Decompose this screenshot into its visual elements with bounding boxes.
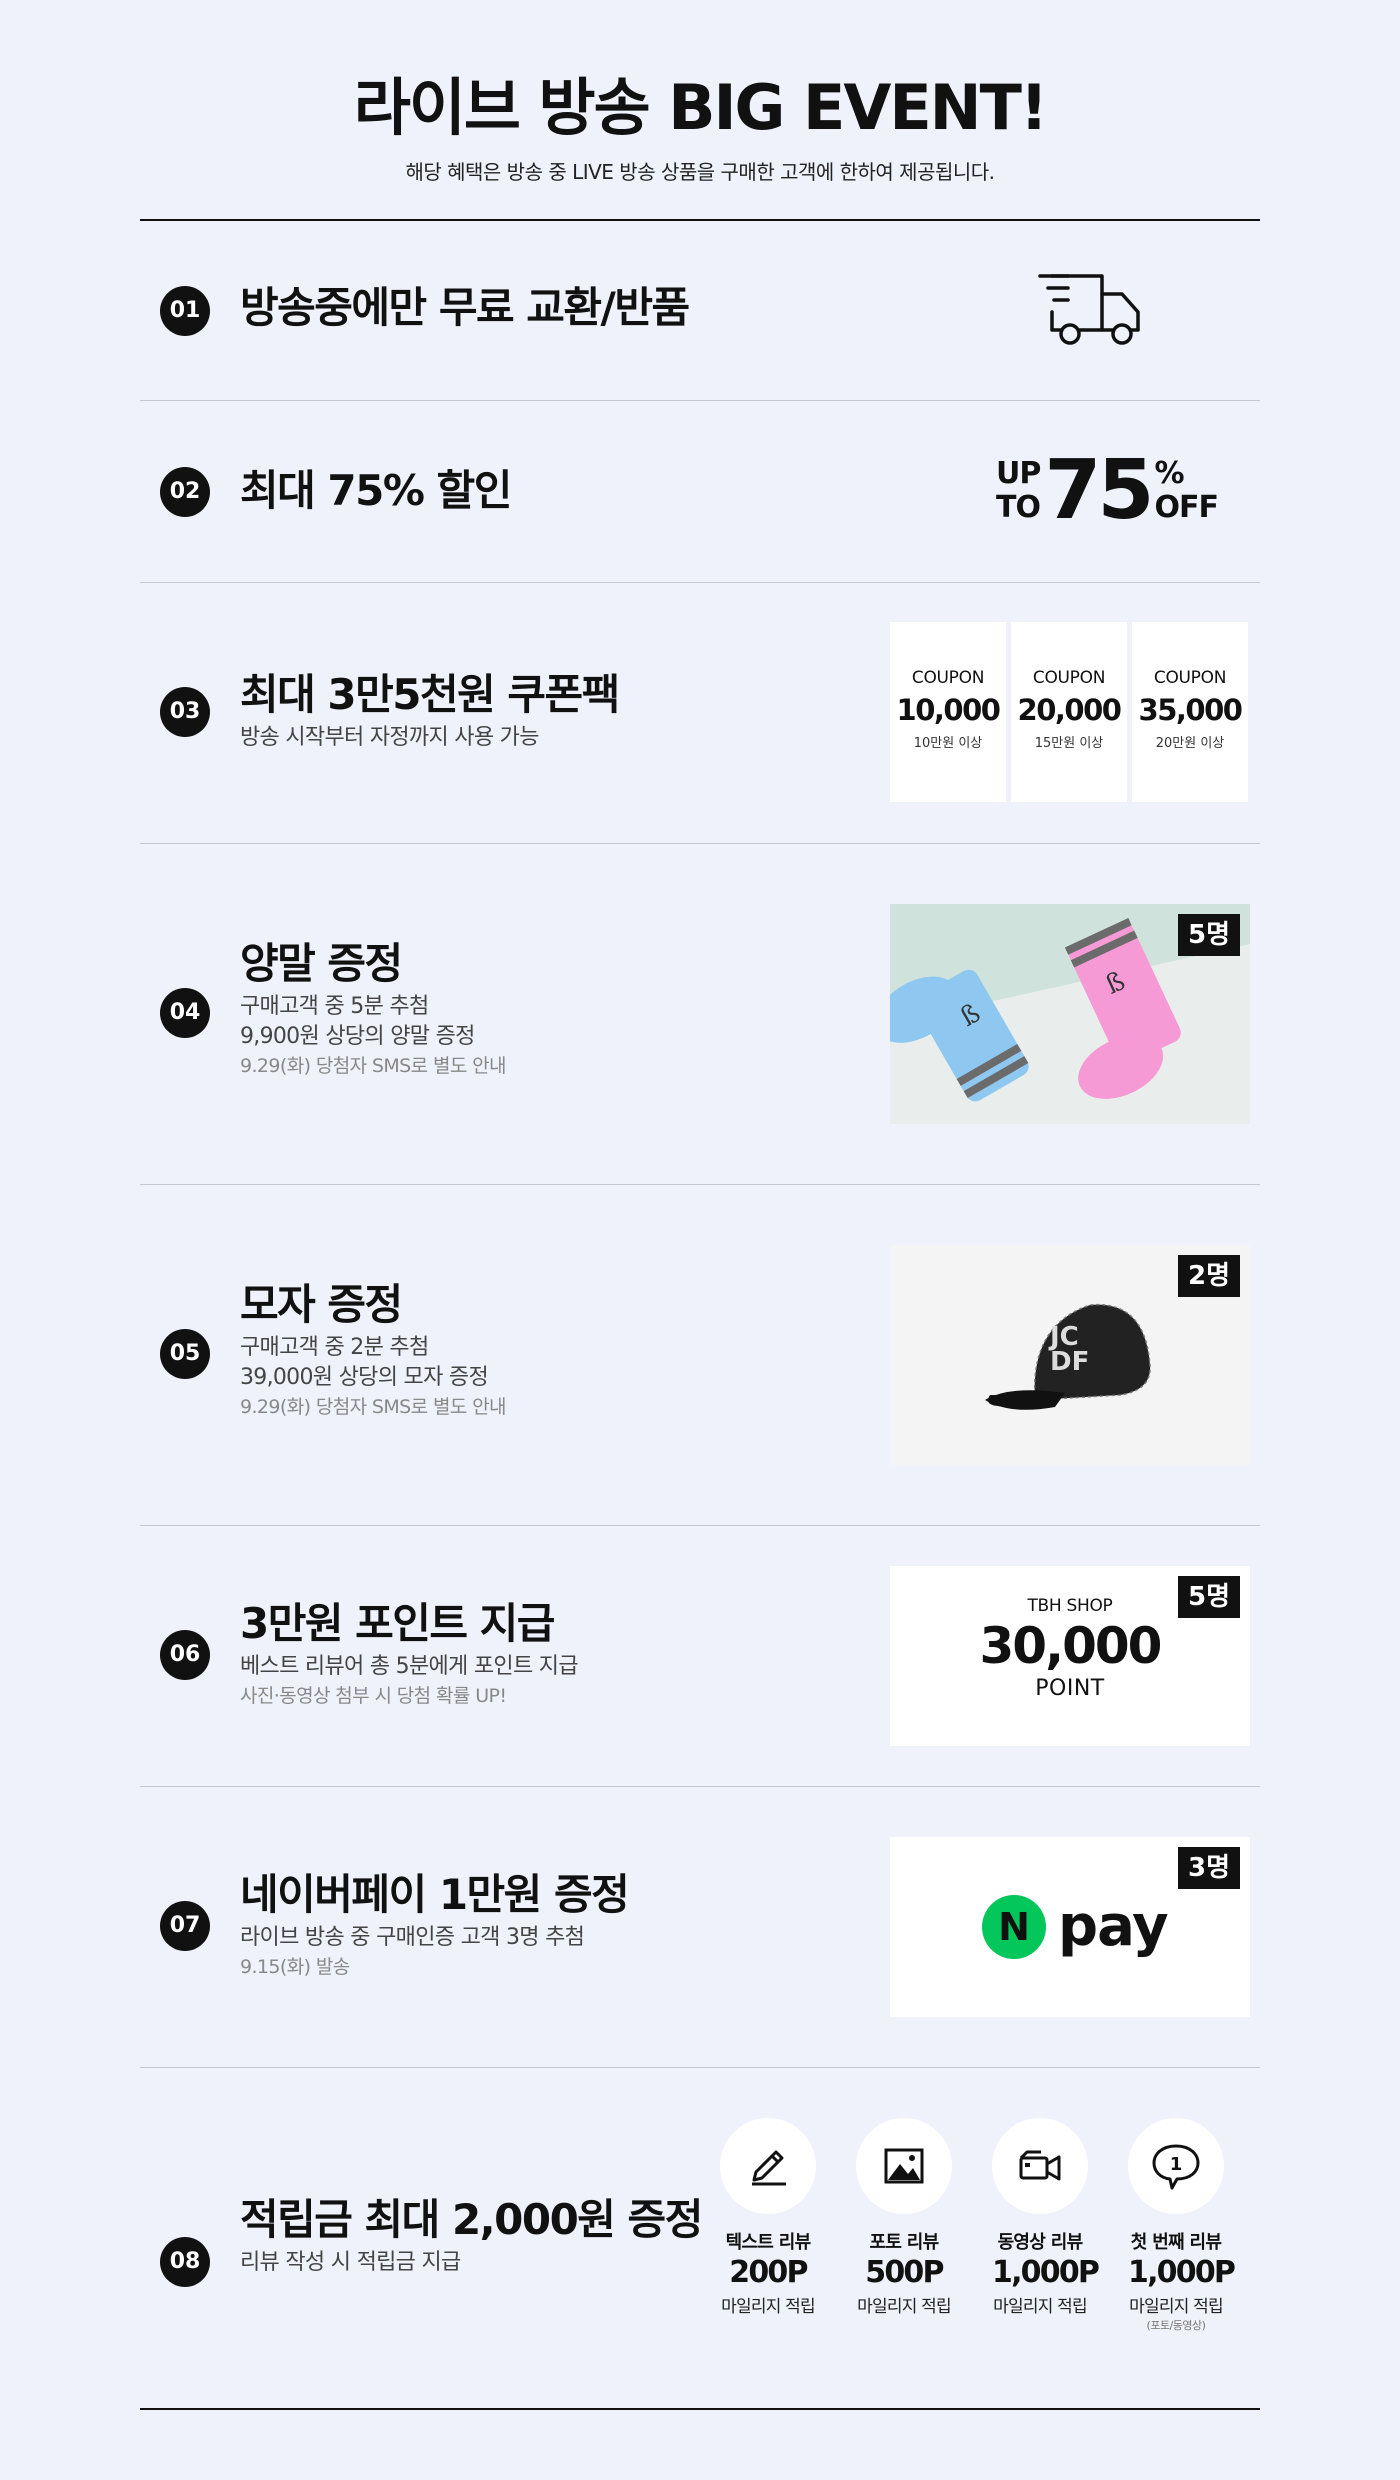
discount-to-label: TO (996, 490, 1041, 525)
event-row-01: 01 방송중에만 무료 교환/반품 (140, 220, 1260, 400)
cap-image: JC DF 2명 (890, 1245, 1250, 1465)
review-sub: 마일리지 적립 (721, 2297, 815, 2317)
event-row-08: 08 적립금 최대 2,000원 증정 리뷰 작성 시 적립금 지급 텍스트 리… (140, 2068, 1260, 2408)
coupon-condition: 10만원 이상 (913, 736, 983, 751)
point-unit: POINT (1035, 1676, 1105, 1701)
event-note: 사진·동영상 첨부 시 당첨 확률 UP! (240, 1685, 507, 1707)
event-number: 05 (160, 1329, 210, 1379)
event-title: 최대 75% 할인 (240, 466, 512, 515)
svg-text:DF: DF (1050, 1347, 1089, 1377)
event-description: 방송 시작부터 자정까지 사용 가능 (240, 725, 539, 750)
event-description: 9,900원 상당의 양말 증정 (240, 1024, 475, 1049)
event-note: 9.29(화) 당첨자 SMS로 별도 안내 (240, 1396, 507, 1418)
event-row-06: 06 3만원 포인트 지급 베스트 리뷰어 총 5분에게 포인트 지급 사진·동… (140, 1526, 1260, 1786)
discount-value: 75 (1044, 443, 1154, 538)
review-points: 500P (865, 2255, 944, 2290)
review-rewards: 텍스트 리뷰 200P 마일리지 적립 포토 리뷰 500P 마일리지 적립 동… (720, 2118, 1236, 2333)
event-row-02: 02 최대 75% 할인 UP TO 75 % OFF (140, 401, 1260, 581)
event-number: 04 (160, 988, 210, 1038)
event-number: 03 (160, 687, 210, 737)
winner-count-badge: 5명 (1177, 1576, 1240, 1618)
naver-pay-logo: N pay (982, 1894, 1169, 1959)
pencil-icon (720, 2118, 816, 2214)
winner-count-badge: 5명 (1177, 914, 1240, 956)
speech-bubble-icon: 1 (1128, 2118, 1224, 2214)
point-value: 30,000 (979, 1617, 1163, 1675)
discount-off-label: OFF (1154, 490, 1218, 525)
image-icon (856, 2118, 952, 2214)
video-camera-icon (992, 2118, 1088, 2214)
review-reward-text: 텍스트 리뷰 200P 마일리지 적립 (720, 2118, 816, 2333)
naver-n-icon: N (982, 1895, 1046, 1959)
review-type-label: 첫 번째 리뷰 (1130, 2232, 1222, 2253)
winner-count-badge: 3명 (1177, 1847, 1240, 1889)
bubble-number: 1 (1170, 2154, 1183, 2175)
page-subtitle: 해당 혜택은 방송 중 LIVE 방송 상품을 구매한 고객에 한하여 제공됩니… (405, 160, 995, 184)
coupon-card: COUPON 20,000 15만원 이상 (1011, 622, 1127, 802)
delivery-truck-icon (1038, 268, 1148, 354)
event-number: 08 (160, 2237, 210, 2287)
discount-badge: UP TO 75 % OFF (996, 401, 1219, 581)
coupon-label: COUPON (1153, 668, 1227, 688)
coupon-amount: 35,000 (1138, 693, 1243, 727)
discount-up-label: UP (996, 456, 1041, 491)
review-sub: 마일리지 적립 (993, 2297, 1087, 2317)
event-note: 9.15(화) 발송 (240, 1956, 350, 1978)
review-points: 1,000P (1128, 2255, 1236, 2290)
discount-percent-sign: % (1154, 456, 1184, 491)
bottom-divider (140, 2408, 1260, 2410)
event-description: 베스트 리뷰어 총 5분에게 포인트 지급 (240, 1654, 579, 1679)
event-description: 39,000원 상당의 모자 증정 (240, 1365, 489, 1390)
coupon-label: COUPON (911, 668, 985, 688)
event-number: 06 (160, 1630, 210, 1680)
review-reward-video: 동영상 리뷰 1,000P 마일리지 적립 (992, 2118, 1100, 2333)
coupon-card: COUPON 10,000 10만원 이상 (890, 622, 1006, 802)
socks-image: ß ß 5명 (890, 904, 1250, 1124)
event-title: 모자 증정 (240, 1280, 403, 1329)
event-title: 3만원 포인트 지급 (240, 1599, 555, 1648)
event-description: 구매고객 중 5분 추첨 (240, 994, 429, 1019)
event-title: 최대 3만5천원 쿠폰팩 (240, 670, 620, 719)
event-row-03: 03 최대 3만5천원 쿠폰팩 방송 시작부터 자정까지 사용 가능 COUPO… (140, 583, 1260, 843)
event-number: 07 (160, 1901, 210, 1951)
review-type-label: 텍스트 리뷰 (725, 2232, 812, 2253)
review-points: 200P (729, 2255, 808, 2290)
review-sub: 마일리지 적립 (1129, 2297, 1223, 2317)
review-points: 1,000P (992, 2255, 1100, 2290)
coupon-label: COUPON (1032, 668, 1106, 688)
review-type-label: 동영상 리뷰 (997, 2232, 1084, 2253)
coupon-condition: 20만원 이상 (1155, 736, 1225, 751)
coupon-condition: 15만원 이상 (1034, 736, 1104, 751)
event-row-05: 05 모자 증정 구매고객 중 2분 추첨 39,000원 상당의 모자 증정 … (140, 1185, 1260, 1525)
event-title: 양말 증정 (240, 939, 403, 988)
naver-pay-card: N pay 3명 (890, 1837, 1250, 2017)
winner-count-badge: 2명 (1177, 1255, 1240, 1297)
review-reward-photo: 포토 리뷰 500P 마일리지 적립 (856, 2118, 952, 2333)
event-row-07: 07 네이버페이 1만원 증정 라이브 방송 중 구매인증 고객 3명 추첨 9… (140, 1787, 1260, 2067)
review-reward-first: 1 첫 번째 리뷰 1,000P 마일리지 적립 (포토/동영상) (1128, 2118, 1236, 2333)
event-note: 9.29(화) 당첨자 SMS로 별도 안내 (240, 1055, 507, 1077)
event-description: 라이브 방송 중 구매인증 고객 3명 추첨 (240, 1925, 585, 1950)
review-note: (포토/동영상) (1146, 2319, 1206, 2332)
coupon-card: COUPON 35,000 20만원 이상 (1132, 622, 1248, 802)
event-title: 적립금 최대 2,000원 증정 (240, 2195, 703, 2244)
page-title: 라이브 방송 BIG EVENT! (353, 71, 1048, 144)
review-sub: 마일리지 적립 (857, 2297, 951, 2317)
coupon-pack: COUPON 10,000 10만원 이상 COUPON 20,000 15만원… (890, 622, 1248, 802)
event-title: 방송중에만 무료 교환/반품 (240, 283, 690, 332)
coupon-amount: 20,000 (1017, 693, 1122, 727)
event-title: 네이버페이 1만원 증정 (240, 1870, 630, 1919)
header: 라이브 방송 BIG EVENT! 해당 혜택은 방송 중 LIVE 방송 상품… (0, 68, 1400, 185)
event-number: 01 (160, 286, 210, 336)
point-card: TBH SHOP 30,000 POINT 5명 (890, 1566, 1250, 1746)
event-number: 02 (160, 467, 210, 517)
coupon-amount: 10,000 (896, 693, 1001, 727)
pay-text: pay (1058, 1894, 1169, 1959)
event-description: 리뷰 작성 시 적립금 지급 (240, 2250, 461, 2275)
event-description: 구매고객 중 2분 추첨 (240, 1335, 429, 1360)
event-row-04: 04 양말 증정 구매고객 중 5분 추첨 9,900원 상당의 양말 증정 9… (140, 844, 1260, 1184)
review-type-label: 포토 리뷰 (869, 2232, 939, 2253)
